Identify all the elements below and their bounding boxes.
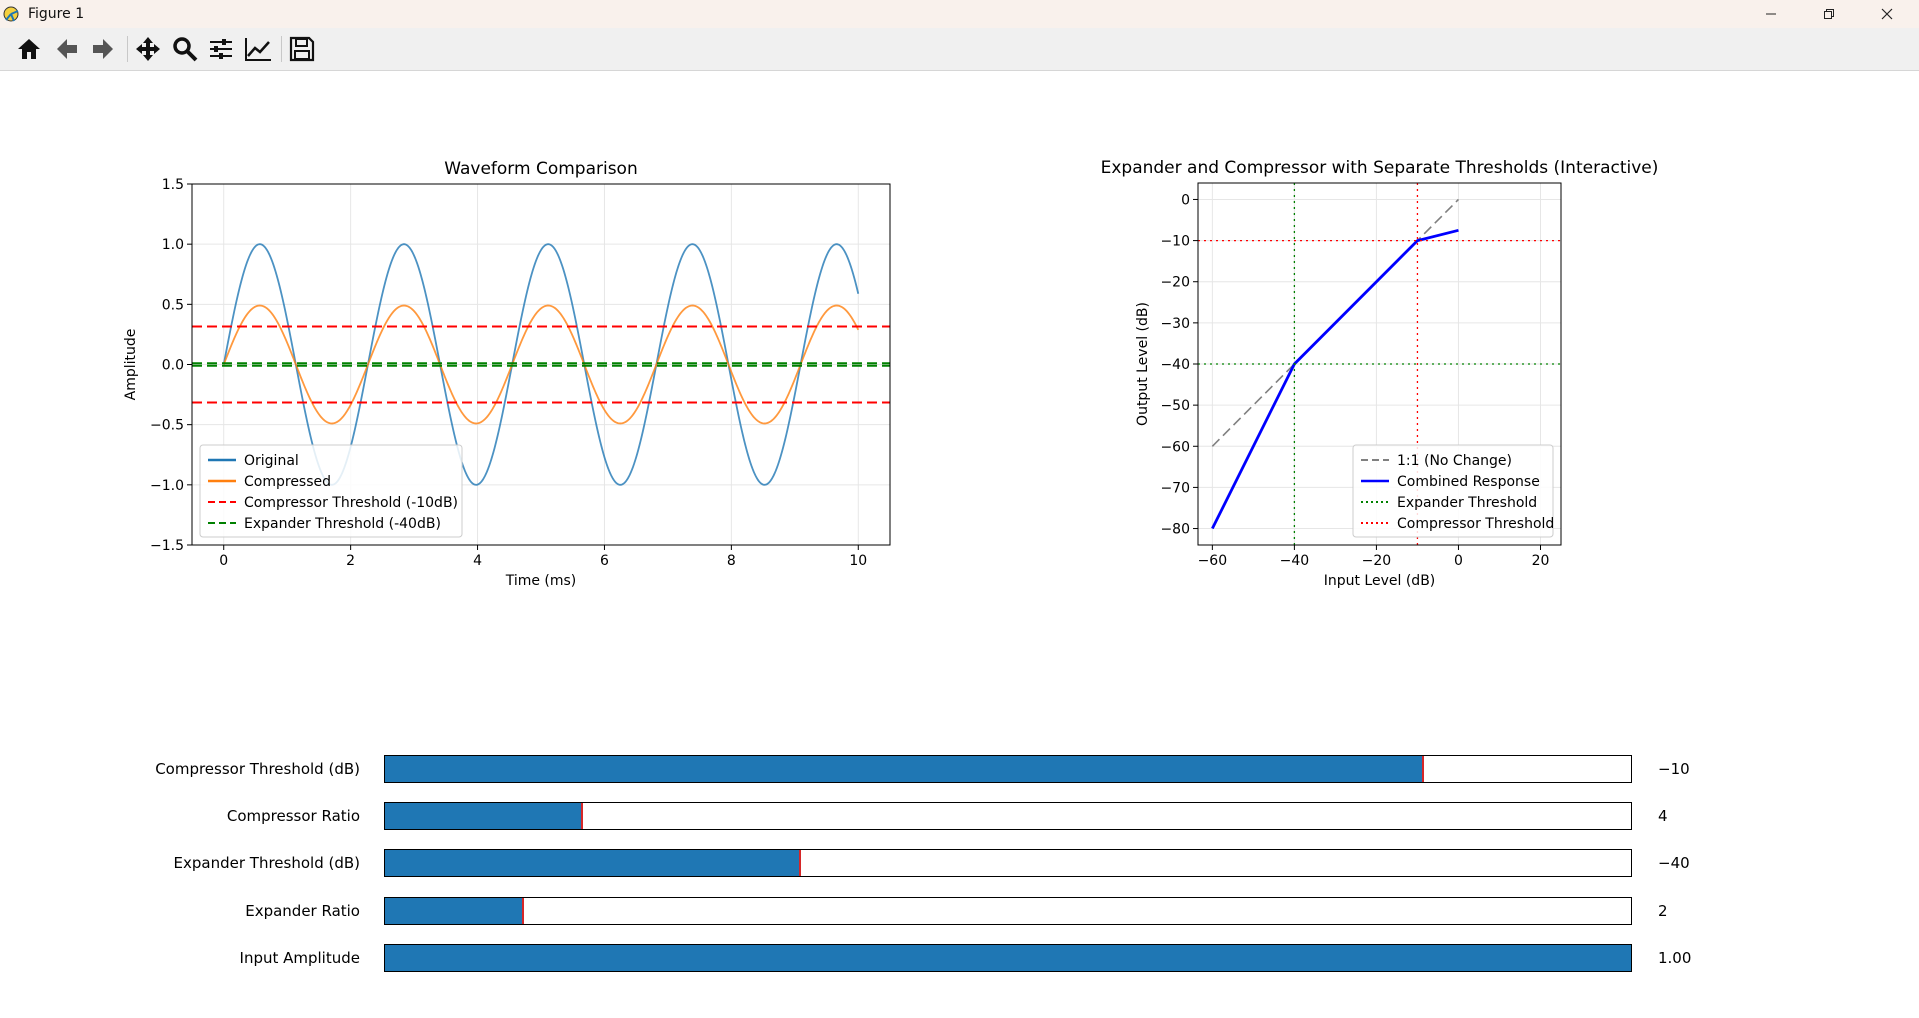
chart-title: Expander and Compressor with Separate Th… <box>1101 158 1659 178</box>
toolbar-separator <box>281 36 282 62</box>
y-tick-label: −60 <box>1160 439 1190 455</box>
back-button[interactable] <box>50 33 84 65</box>
zoom-button[interactable] <box>168 33 202 65</box>
compressor-threshold-slider-label: Compressor Threshold (dB) <box>155 760 360 778</box>
compressor-ratio-slider-fill <box>385 803 582 829</box>
y-tick-label: 1.0 <box>162 237 184 253</box>
expander-ratio-slider-label: Expander Ratio <box>245 902 360 920</box>
pan-button[interactable] <box>131 33 165 65</box>
compressor-threshold-slider-value: −10 <box>1658 760 1690 778</box>
expander-threshold-slider-label: Expander Threshold (dB) <box>173 854 360 872</box>
y-tick-label: 0.0 <box>162 358 184 374</box>
expander-threshold-slider-value: −40 <box>1658 854 1690 872</box>
y-tick-label: −40 <box>1160 357 1190 373</box>
input-amplitude-slider-label: Input Amplitude <box>239 949 360 967</box>
close-button[interactable] <box>1858 0 1916 28</box>
x-tick-label: 6 <box>600 553 609 569</box>
expander-threshold-slider[interactable] <box>384 849 1632 877</box>
x-tick-label: 8 <box>727 553 736 569</box>
x-tick-label: 0 <box>219 553 228 569</box>
home-icon <box>18 39 40 59</box>
legend-label: Compressor Threshold (-10dB) <box>244 495 458 511</box>
compressor-ratio-slider-handle[interactable] <box>580 803 583 829</box>
y-tick-label: −10 <box>1160 234 1190 250</box>
y-axis-label: Output Level (dB) <box>1135 302 1151 426</box>
chart-1: −60 −40 −20 0 20 −80 −70 −60 −50 −40 −30 −20 −10 0 Exp… <box>1101 158 1659 589</box>
window-title: Figure 1 <box>28 6 85 22</box>
y-tick-label: −50 <box>1160 398 1190 414</box>
y-tick-label: −20 <box>1160 275 1190 291</box>
arrow-right-icon <box>93 39 113 59</box>
edit-axes-button[interactable] <box>241 33 275 65</box>
expander-threshold-slider-fill <box>385 850 800 876</box>
x-axis-label: Time (ms) <box>505 573 577 589</box>
legend-label: Compressor Threshold <box>1397 516 1554 532</box>
sliders-icon <box>210 39 232 59</box>
legend: Original Compressed Compressor Threshold (… <box>199 444 463 538</box>
y-axis-label: Amplitude <box>123 329 139 401</box>
legend: 1:1 (No Change) Combined Response Expander… <box>1352 444 1554 538</box>
expander-ratio-slider-value: 2 <box>1658 902 1668 920</box>
y-tick-label: 1.5 <box>162 177 184 193</box>
compressor-ratio-slider-value: 4 <box>1658 807 1668 825</box>
legend-label: Compressed <box>244 474 331 490</box>
legend-label: 1:1 (No Change) <box>1397 453 1512 469</box>
window-titlebar: Figure 1 <box>0 0 1919 28</box>
line-chart-icon <box>245 38 271 61</box>
restore-button[interactable] <box>1800 0 1858 28</box>
arrow-left-icon <box>57 39 77 59</box>
expander-ratio-slider-handle[interactable] <box>522 898 525 924</box>
y-tick-label: −0.5 <box>150 418 184 434</box>
compressor-threshold-slider[interactable] <box>384 755 1632 783</box>
compressor-ratio-slider[interactable] <box>384 802 1632 830</box>
compressor-threshold-slider-fill <box>385 756 1423 782</box>
y-tick-label: −1.0 <box>150 478 184 494</box>
minimize-icon <box>1766 13 1776 15</box>
legend-label: Original <box>244 453 299 469</box>
configure-subplots-button[interactable] <box>204 33 238 65</box>
x-tick-label: 20 <box>1532 553 1550 569</box>
restore-icon <box>1824 9 1834 19</box>
compressor-threshold-slider-handle[interactable] <box>1421 756 1424 782</box>
floppy-disk-icon <box>289 36 315 62</box>
navigation-toolbar <box>0 28 1919 71</box>
expander-threshold-slider-handle[interactable] <box>798 850 801 876</box>
expander-ratio-slider-fill <box>385 898 524 924</box>
x-tick-label: 10 <box>849 553 867 569</box>
legend-label: Expander Threshold <box>1397 495 1537 511</box>
input-amplitude-slider-fill <box>385 945 1631 971</box>
home-button[interactable] <box>12 33 46 65</box>
x-tick-label: 4 <box>473 553 482 569</box>
x-tick-label: −40 <box>1280 553 1310 569</box>
close-icon <box>1881 8 1893 20</box>
x-tick-label: 2 <box>346 553 355 569</box>
y-tick-label: −1.5 <box>150 538 184 554</box>
toolbar-separator <box>127 36 128 62</box>
chart-title: Waveform Comparison <box>444 159 637 179</box>
y-tick-label: −80 <box>1160 522 1190 538</box>
x-tick-label: −60 <box>1198 553 1228 569</box>
save-button[interactable] <box>285 33 319 65</box>
y-tick-label: −30 <box>1160 316 1190 332</box>
minimize-button[interactable] <box>1742 0 1800 28</box>
x-axis-label: Input Level (dB) <box>1324 573 1436 589</box>
x-tick-label: 0 <box>1454 553 1463 569</box>
x-tick-label: −20 <box>1362 553 1392 569</box>
input-amplitude-slider-value: 1.00 <box>1658 949 1692 967</box>
figure-canvas[interactable]: 0 2 4 6 8 10 −1.5 −1.0 −0.5 0.0 0.5 1.0 1.5 Waveform … <box>0 71 1919 711</box>
y-tick-label: 0 <box>1181 192 1190 208</box>
input-amplitude-slider[interactable] <box>384 944 1632 972</box>
expander-ratio-slider[interactable] <box>384 897 1632 925</box>
legend-label: Expander Threshold (-40dB) <box>244 516 441 532</box>
legend-label: Combined Response <box>1397 474 1540 490</box>
y-tick-label: 0.5 <box>162 297 184 313</box>
move-icon <box>136 37 160 61</box>
compressor-ratio-slider-label: Compressor Ratio <box>226 807 360 825</box>
matplotlib-app-icon <box>3 6 19 22</box>
magnifier-icon <box>173 37 198 62</box>
y-tick-label: −70 <box>1160 480 1190 496</box>
forward-button[interactable] <box>86 33 120 65</box>
chart-0: 0 2 4 6 8 10 −1.5 −1.0 −0.5 0.0 0.5 1.0 1.5 Waveform … <box>123 159 891 589</box>
